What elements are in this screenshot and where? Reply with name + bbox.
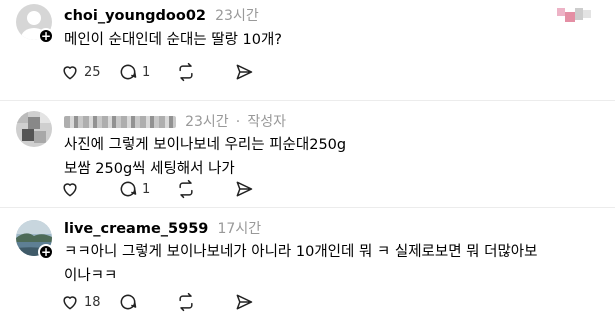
action-bar: 25 1 [60, 62, 292, 82]
like-button[interactable] [60, 179, 118, 199]
like-button[interactable]: 18 [60, 292, 118, 312]
comment-icon [120, 181, 137, 197]
action-bar: 1 [60, 179, 292, 199]
follow-plus-icon[interactable]: + [38, 28, 54, 44]
action-bar: 18 [60, 292, 292, 312]
post-text-line: 사진에 그렇게 보이나보네 우리는 피순대250g [64, 137, 347, 153]
post-1: + choi_youngdoo02 23시간 메인이 순대인데 순대는 딸랑 1… [0, 0, 615, 100]
repost-icon [179, 179, 193, 199]
timestamp: 23시간 [215, 8, 259, 24]
repost-icon [179, 62, 193, 82]
repost-icon [179, 292, 193, 312]
heart-icon [63, 296, 77, 310]
like-count: 25 [84, 64, 101, 80]
author-badge: 작성자 [247, 114, 286, 130]
comment-icon [120, 64, 137, 80]
post-header: 23시간 · 작성자 [64, 111, 286, 131]
post-text: 메인이 순대인데 순대는 딸랑 10개? [64, 28, 282, 52]
share-button[interactable] [234, 179, 292, 199]
separator-dot: · [235, 114, 241, 130]
post-2: 23시간 · 작성자 사진에 그렇게 보이나보네 우리는 피순대250g 보쌈 … [0, 100, 615, 207]
comment-button[interactable]: 1 [118, 179, 176, 199]
follow-plus-icon[interactable]: + [38, 244, 54, 260]
post-text: 사진에 그렇게 보이나보네 우리는 피순대250g 보쌈 250g씩 세팅해서 … [64, 133, 346, 181]
heart-icon [63, 183, 77, 197]
like-button[interactable]: 25 [60, 62, 118, 82]
post-text-line: ㅋㅋ아니 그렇게 보이나보네가 아니라 10개인데 뭐 ㅋ 실제로보면 뭐 더많… [64, 244, 538, 260]
blurred-sticker-icon [557, 8, 591, 22]
post-text: ㅋㅋ아니 그렇게 보이나보네가 아니라 10개인데 뭐 ㅋ 실제로보면 뭐 더많… [64, 240, 537, 288]
share-button[interactable] [234, 62, 292, 82]
post-text-line: 이나ㅋㅋ [64, 268, 118, 284]
comment-button[interactable]: 1 [118, 62, 176, 82]
send-icon [236, 181, 253, 197]
send-icon [236, 64, 253, 80]
repost-button[interactable] [176, 62, 234, 82]
post-header: choi_youngdoo02 23시간 [64, 5, 259, 25]
repost-button[interactable] [176, 292, 234, 312]
comment-count: 1 [142, 181, 151, 197]
comment-count: 1 [142, 64, 151, 80]
timestamp: 17시간 [217, 221, 262, 237]
comment-icon [120, 294, 137, 310]
send-icon [236, 294, 253, 310]
post-header: live_creame_5959 17시간 [64, 218, 261, 238]
blurred-username[interactable] [64, 115, 176, 128]
blurred-avatar-icon [16, 111, 52, 147]
post-text-line: 메인이 순대인데 순대는 딸랑 10개? [64, 32, 283, 48]
share-button[interactable] [234, 292, 292, 312]
post-3: + live_creame_5959 17시간 ㅋㅋ아니 그렇게 보이나보네가 … [0, 207, 615, 325]
username[interactable]: choi_youngdoo02 [64, 8, 206, 24]
like-count: 18 [84, 294, 101, 310]
heart-icon [63, 66, 77, 80]
repost-button[interactable] [176, 179, 234, 199]
post-text-line: 보쌈 250g씩 세팅해서 나가 [64, 161, 235, 177]
timestamp: 23시간 [185, 114, 229, 130]
username[interactable]: live_creame_5959 [64, 221, 208, 237]
avatar[interactable] [16, 111, 52, 147]
comment-button[interactable] [118, 292, 176, 312]
